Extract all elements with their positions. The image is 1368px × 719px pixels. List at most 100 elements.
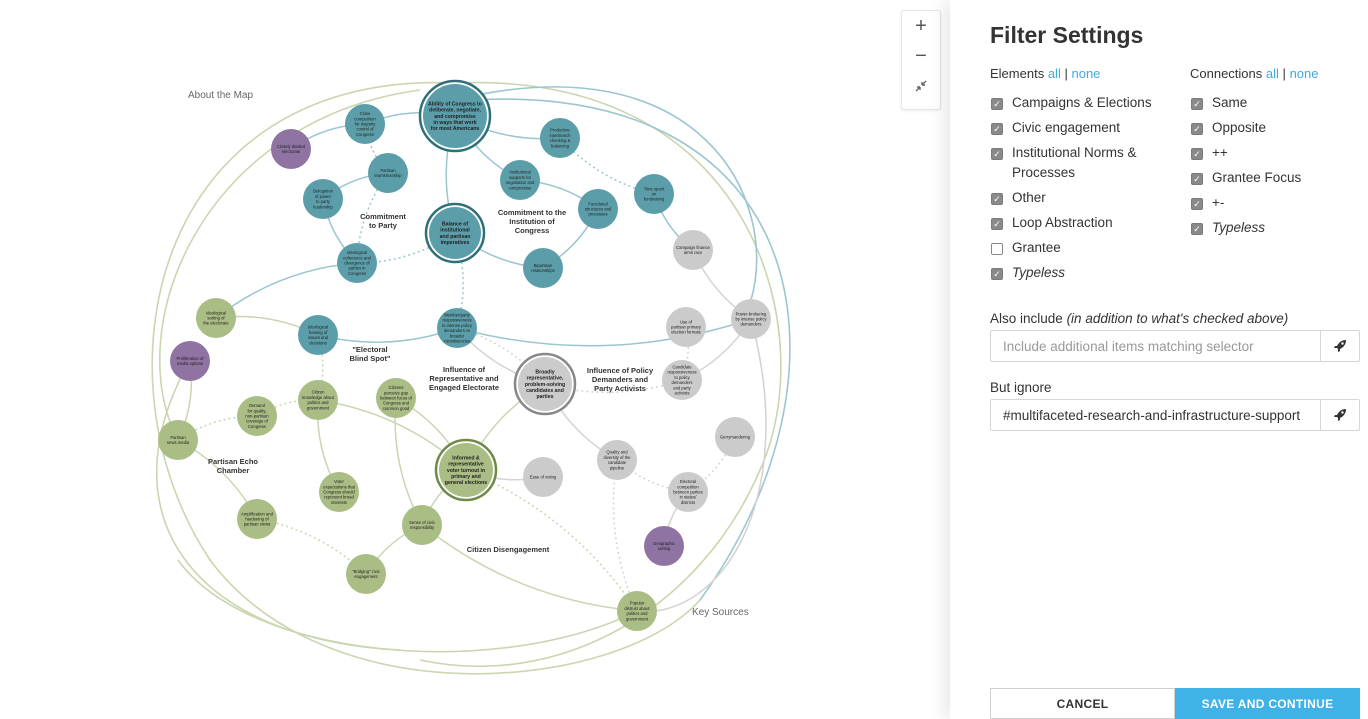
cluster-label-representative[interactable]: Influence of Representative and Engaged El… <box>429 365 499 392</box>
checkbox[interactable]: ✓ <box>991 218 1003 230</box>
node-prolif[interactable]: Proliferation of media options <box>170 341 210 381</box>
node-amplification[interactable]: Amplification and hardening of partisan vi… <box>237 499 277 539</box>
node-label-line: representative <box>448 462 484 468</box>
connections-select-none-link[interactable]: none <box>1290 66 1319 81</box>
but-ignore-apply-button[interactable] <box>1320 400 1359 430</box>
elements-select-none-link[interactable]: none <box>1071 66 1100 81</box>
also-include-apply-button[interactable] <box>1320 331 1359 361</box>
node-sense[interactable]: Sense of civic responsibility <box>402 505 442 545</box>
node-citizens-gap[interactable]: Citizens perceive gap between focus of Cong… <box>376 378 416 418</box>
element-checkbox-item[interactable]: ✓ Institutional Norms & Processes <box>990 143 1160 183</box>
fit-view-button[interactable] <box>902 71 940 101</box>
cluster-label-blindspot[interactable]: "Electoral Blind Spot" <box>349 345 390 363</box>
checkbox[interactable]: ✓ <box>991 98 1003 110</box>
cluster-label-institution[interactable]: Commitment to the Institution of Congress <box>498 208 566 235</box>
cluster-label-disengagement[interactable]: Citizen Disengagement <box>467 545 550 554</box>
node-delegation[interactable]: Delegation of power to party leadership <box>303 179 343 219</box>
node-bridging[interactable]: "Bridging" civic engagement <box>346 554 386 594</box>
element-checkbox-label: Other <box>1012 190 1046 205</box>
connection-checkbox-item[interactable]: ✓ Opposite <box>1190 118 1360 138</box>
node-congress[interactable]: Ability of Congress to deliberate, negoti… <box>418 79 492 153</box>
elements-select-all-link[interactable]: all <box>1048 66 1061 81</box>
node-time[interactable]: Time spent on fundraising <box>634 174 674 214</box>
checkbox[interactable]: ✓ <box>991 148 1003 160</box>
connection-checkbox-item[interactable]: ✓ Same <box>1190 93 1360 113</box>
connection-link <box>612 459 638 612</box>
node-label-line: balancing <box>551 143 570 148</box>
node-balance[interactable]: Balance of institutional and partisan imper… <box>424 202 486 264</box>
checkbox[interactable]: ✓ <box>1191 98 1203 110</box>
node-label-line: Congress <box>348 271 366 276</box>
node-partisan-news[interactable]: Partisan news media <box>158 420 198 460</box>
system-map[interactable]: Commitment to Party Commitment to the Insti… <box>0 0 950 719</box>
connection-checkbox-item[interactable]: ✓ ++ <box>1190 143 1360 163</box>
node-voter-exp[interactable]: Voter expectations that Congress should rep… <box>319 472 359 512</box>
node-bipartisan[interactable]: Bipartisan relationships <box>523 248 563 288</box>
zoom-out-button[interactable]: − <box>902 41 940 71</box>
key-sources-link[interactable]: Key Sources <box>692 607 749 618</box>
element-checkbox-item[interactable]: ✓ Campaigns & Elections <box>990 93 1160 113</box>
connection-checkbox-item[interactable]: ✓ +- <box>1190 193 1360 213</box>
node-label-line: sorting <box>658 546 671 551</box>
checkbox[interactable]: ✓ <box>1191 123 1203 135</box>
node-demand[interactable]: Demand for quality, non-partisan coverage o… <box>237 396 277 436</box>
checkbox[interactable]: ✓ <box>1191 198 1203 210</box>
elements-heading: Elements <box>990 66 1045 81</box>
node-campaign[interactable]: Campaign finance arms race <box>673 230 713 270</box>
node-partisan-lead[interactable]: Partisan teamsmanship <box>368 153 408 193</box>
node-geo[interactable]: Geographic sorting <box>644 526 684 566</box>
element-checkbox-item[interactable]: ✓ Other <box>990 188 1160 208</box>
node-productive[interactable]: Productive interbranch checking & balancing <box>540 118 580 158</box>
nodes-layer: Ability of Congress to deliberate, negoti… <box>158 79 771 631</box>
element-checkbox-item[interactable]: ✓ Civic engagement <box>990 118 1160 138</box>
checkbox[interactable]: ✓ <box>1191 148 1203 160</box>
node-ideo-framing[interactable]: Ideological framing of issues and decisions <box>298 315 338 355</box>
cluster-label-line: Commitment to the <box>498 208 566 217</box>
node-candidate[interactable]: Candidate responsiveness to policy demander… <box>662 360 702 400</box>
node-primary[interactable]: Use of partisan primary election formats <box>666 307 706 347</box>
connection-checkbox-label: Same <box>1212 95 1248 110</box>
connections-select-all-link[interactable]: all <box>1266 66 1279 81</box>
node-quality[interactable]: Quality and diversity of the candidate pipe… <box>597 440 637 480</box>
node-broadly[interactable]: Broadly representative, problem-solving can… <box>513 352 577 416</box>
node-institutional[interactable]: Institutional supports for negotiation and… <box>500 160 540 200</box>
connections-header: Connections all | none <box>1190 66 1318 81</box>
checkbox[interactable]: ✓ <box>1191 173 1203 185</box>
element-checkbox-item[interactable]: ✓ Loop Abstraction <box>990 213 1160 233</box>
element-checkbox-item[interactable]: Grantee <box>990 238 1160 258</box>
cluster-label-party[interactable]: Commitment to Party <box>360 212 406 230</box>
node-informed[interactable]: Informed & representative voter turnout in… <box>434 438 498 502</box>
checkbox[interactable]: ✓ <box>991 193 1003 205</box>
about-the-map-link[interactable]: About the Map <box>188 90 253 101</box>
save-and-continue-button[interactable]: SAVE AND CONTINUE <box>1175 688 1360 719</box>
node-electoral-comp[interactable]: Electoral competition between parties in st… <box>668 472 708 512</box>
element-checkbox-item[interactable]: ✓ Typeless <box>990 263 1160 283</box>
node-ease[interactable]: Ease of voting <box>523 457 563 497</box>
cluster-label-line: Influence of Policy <box>587 366 654 375</box>
node-close[interactable]: Close competition for majority control of Co… <box>345 104 385 144</box>
node-label-line: Balance of <box>442 222 469 228</box>
node-label-line: pipeline <box>610 465 625 470</box>
node-ideological-coh[interactable]: Ideological coherence and divergence of par… <box>337 243 377 283</box>
checkbox[interactable]: ✓ <box>991 123 1003 135</box>
zoom-in-button[interactable]: + <box>902 11 940 41</box>
checkbox[interactable]: ✓ <box>991 268 1003 280</box>
node-distrust[interactable]: Popular distrust about politics and governm… <box>617 591 657 631</box>
checkbox[interactable]: ✓ <box>1191 223 1203 235</box>
node-label: Bipartisan relationships <box>531 263 555 273</box>
connection-checkbox-item[interactable]: ✓ Typeless <box>1190 218 1360 238</box>
cancel-button[interactable]: CANCEL <box>990 688 1175 719</box>
but-ignore-input[interactable] <box>991 400 1320 430</box>
node-citizen-know[interactable]: Citizen knowledge about politics and govern… <box>298 380 338 420</box>
node-members[interactable]: Member/party responsiveness to intense pol… <box>437 308 477 348</box>
map-canvas[interactable]: Commitment to PartyCommitment to the Insti… <box>0 0 950 719</box>
node-power[interactable]: Power-brokering by intense policy demander… <box>731 299 771 339</box>
cluster-label-demanders[interactable]: Influence of Policy Demanders and Party Ac… <box>587 366 654 393</box>
node-functional[interactable]: Functional structures and processes <box>578 189 618 229</box>
node-gerry[interactable]: Gerrymandering <box>715 417 755 457</box>
also-include-input[interactable] <box>991 331 1320 361</box>
checkbox[interactable] <box>991 243 1003 255</box>
node-ideo-sorting[interactable]: Ideological sorting of the electorate <box>196 298 236 338</box>
connection-checkbox-item[interactable]: ✓ Grantee Focus <box>1190 168 1360 188</box>
node-divided[interactable]: Closely divided electorate <box>271 129 311 169</box>
